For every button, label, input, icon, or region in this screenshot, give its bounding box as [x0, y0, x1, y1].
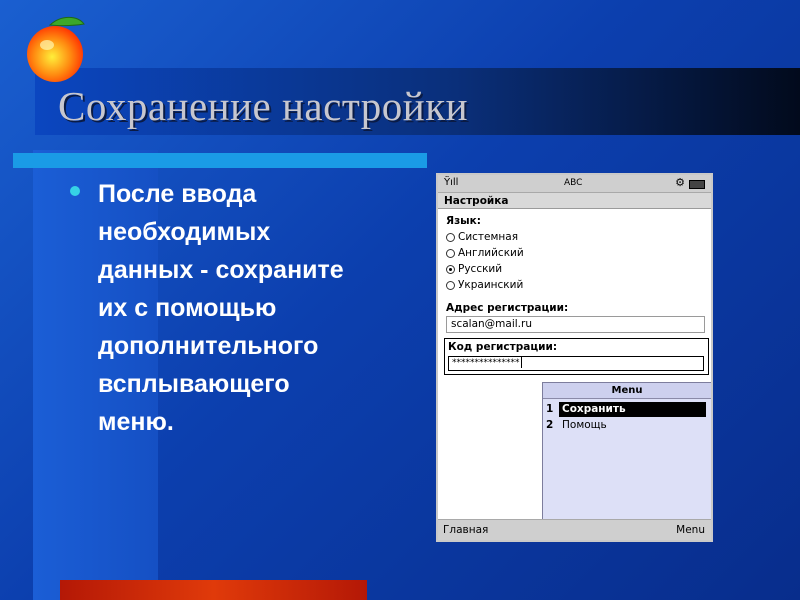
phone-emulator-screen: Ÿıll ABC ⚙ Настройка Язык: Системная Анг…: [436, 173, 713, 542]
input-mode-indicator: ABC: [564, 178, 583, 188]
radio-system[interactable]: Системная: [446, 231, 518, 243]
cyan-divider-bar: [13, 153, 427, 168]
signal-icon: Ÿıll: [444, 177, 459, 188]
menu-item-label: Сохранить: [559, 402, 706, 417]
address-field[interactable]: scalan@mail.ru: [446, 316, 705, 333]
battery-icon: [689, 180, 705, 189]
bullet-text: После ввода необходимых данных - сохрани…: [98, 180, 344, 436]
text-caret: [520, 357, 522, 368]
radio-icon: [446, 248, 455, 258]
code-label: Код регистрации:: [448, 341, 558, 353]
radio-label: Украинский: [458, 279, 524, 291]
code-group: Код регистрации: ***************: [444, 338, 709, 375]
softkey-left[interactable]: Главная: [443, 524, 488, 536]
phone-status-bar: Ÿıll ABC ⚙: [438, 175, 711, 193]
radio-english[interactable]: Английский: [446, 247, 524, 259]
language-label: Язык:: [446, 215, 482, 227]
bullet-icon: [70, 186, 80, 196]
screen-title: Настройка: [438, 193, 711, 209]
slide-title: Сохранение настройки: [58, 83, 469, 129]
radio-russian[interactable]: Русский: [446, 263, 502, 275]
radio-label: Русский: [458, 263, 503, 275]
code-value: ***************: [452, 358, 520, 368]
menu-item-help[interactable]: 2 Помощь: [543, 418, 711, 433]
menu-item-number: 1: [546, 403, 554, 415]
radio-checked-icon: [446, 264, 455, 274]
menu-title: Menu: [543, 383, 711, 399]
menu-item-number: 2: [546, 419, 554, 431]
radio-icon: [446, 232, 455, 242]
menu-item-save[interactable]: 1 Сохранить: [543, 402, 711, 417]
softkey-right[interactable]: Menu: [676, 524, 705, 536]
address-label: Адрес регистрации:: [446, 302, 569, 314]
softkey-bar: Главная Menu: [438, 519, 711, 540]
radio-label: Английский: [458, 247, 524, 259]
gear-icon: ⚙: [675, 176, 685, 189]
orange-fruit-logo: [27, 16, 85, 82]
popup-menu: Menu 1 Сохранить 2 Помощь: [542, 382, 711, 520]
menu-item-label: Помощь: [562, 419, 607, 431]
radio-icon: [446, 280, 455, 290]
radio-label: Системная: [458, 231, 519, 243]
code-field[interactable]: ***************: [448, 356, 704, 371]
red-footer-bar: [60, 580, 367, 600]
radio-ukrainian[interactable]: Украинский: [446, 279, 523, 291]
